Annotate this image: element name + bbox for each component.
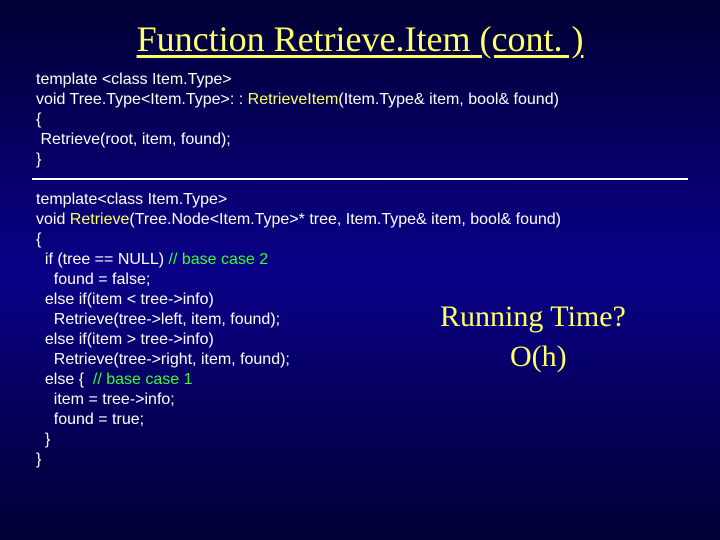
slide-title: Function Retrieve.Item (cont. ) (0, 0, 720, 70)
highlight-fn: RetrieveItem (248, 91, 339, 108)
code-line: found = true; (36, 410, 684, 430)
code-line: void Tree.Type<Item.Type>: : RetrieveIte… (36, 90, 684, 110)
code-line: found = false; (36, 270, 684, 290)
code-block-1: template <class Item.Type> void Tree.Typ… (0, 70, 720, 170)
code-line: item = tree->info; (36, 390, 684, 410)
code-line: template <class Item.Type> (36, 70, 684, 90)
code-line: if (tree == NULL) // base case 2 (36, 250, 684, 270)
highlight-fn: Retrieve (70, 211, 130, 228)
code-line: Retrieve(root, item, found); (36, 130, 684, 150)
running-time-question: Running Time? (440, 300, 626, 334)
code-line: } (36, 150, 684, 170)
code-line: } (36, 450, 684, 470)
running-time-answer: O(h) (510, 340, 567, 374)
divider (32, 178, 688, 180)
code-line: { (36, 230, 684, 250)
comment: // base case 1 (93, 371, 193, 388)
code-line: template<class Item.Type> (36, 190, 684, 210)
code-line: void Retrieve(Tree.Node<Item.Type>* tree… (36, 210, 684, 230)
code-line: } (36, 430, 684, 450)
code-line: else { // base case 1 (36, 370, 684, 390)
code-line: Retrieve(tree->right, item, found); (36, 350, 684, 370)
comment: // base case 2 (169, 251, 269, 268)
code-line: { (36, 110, 684, 130)
